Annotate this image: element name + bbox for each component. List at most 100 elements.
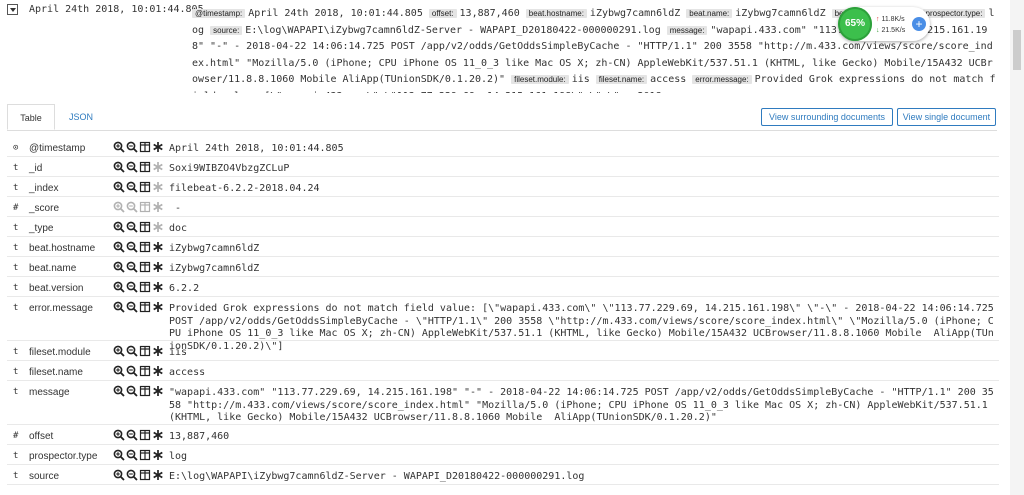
- field-value: 13,887,460: [169, 431, 230, 442]
- plus-icon[interactable]: +: [912, 17, 926, 31]
- page-scrollbar[interactable]: [1010, 0, 1024, 495]
- zoom-out-icon[interactable]: [126, 469, 138, 481]
- filter-exists-icon[interactable]: [152, 141, 164, 153]
- field-value: doc: [169, 223, 188, 234]
- network-percent-badge: 65%: [838, 7, 872, 41]
- zoom-out-icon[interactable]: [126, 365, 138, 377]
- field-actions: [113, 281, 165, 293]
- zoom-out-icon[interactable]: [126, 221, 138, 233]
- filter-exists-icon[interactable]: [152, 241, 164, 253]
- zoom-in-icon[interactable]: [113, 469, 125, 481]
- field-row: t prospector.type log: [7, 445, 999, 465]
- field-type-icon: t: [13, 347, 19, 357]
- zoom-out-icon[interactable]: [126, 385, 138, 397]
- field-actions: [113, 201, 165, 213]
- zoom-out-icon[interactable]: [126, 241, 138, 253]
- tab-table[interactable]: Table: [7, 104, 55, 130]
- toggle-column-icon[interactable]: [139, 365, 151, 377]
- toggle-column-icon[interactable]: [139, 429, 151, 441]
- field-actions: [113, 161, 165, 173]
- network-speed-widget[interactable]: 65% ↑ 11.8K/s ↓ 21.5K/s +: [838, 7, 930, 41]
- toggle-column-icon[interactable]: [139, 469, 151, 481]
- field-type-icon: t: [13, 283, 19, 293]
- zoom-out-icon[interactable]: [126, 345, 138, 357]
- filter-exists-icon[interactable]: [152, 385, 164, 397]
- field-type-icon: t: [13, 163, 19, 173]
- zoom-in-icon[interactable]: [113, 429, 125, 441]
- zoom-in-icon[interactable]: [113, 221, 125, 233]
- filter-exists-icon[interactable]: [152, 449, 164, 461]
- field-type-icon: t: [13, 303, 19, 313]
- zoom-out-icon[interactable]: [126, 429, 138, 441]
- filter-exists-icon[interactable]: [152, 221, 164, 233]
- filter-exists-icon[interactable]: [152, 429, 164, 441]
- zoom-out-icon[interactable]: [126, 181, 138, 193]
- field-value: iZybwg7camn6ldZ: [169, 243, 260, 254]
- toggle-column-icon[interactable]: [139, 221, 151, 233]
- field-row: t message "wapapi.433.com" "113.77.229.69,…: [7, 381, 999, 425]
- toggle-column-icon[interactable]: [139, 161, 151, 173]
- field-actions: [113, 365, 165, 377]
- toggle-column-icon[interactable]: [139, 281, 151, 293]
- view-surrounding-documents-button[interactable]: View surrounding documents: [761, 108, 893, 126]
- zoom-out-icon[interactable]: [126, 301, 138, 313]
- zoom-in-icon[interactable]: [113, 385, 125, 397]
- zoom-in-icon[interactable]: [113, 201, 125, 213]
- toggle-column-icon[interactable]: [139, 301, 151, 313]
- zoom-in-icon[interactable]: [113, 261, 125, 273]
- filter-exists-icon[interactable]: [152, 161, 164, 173]
- toggle-column-icon[interactable]: [139, 385, 151, 397]
- summary-field-value: April 24th 2018, 10:01:44.805: [248, 8, 429, 19]
- zoom-in-icon[interactable]: [113, 161, 125, 173]
- field-actions: [113, 429, 165, 441]
- filter-exists-icon[interactable]: [152, 469, 164, 481]
- field-name: _type: [29, 223, 54, 234]
- field-value: 6.2.2: [169, 283, 200, 294]
- filter-exists-icon[interactable]: [152, 261, 164, 273]
- field-value: access: [169, 367, 206, 378]
- zoom-out-icon[interactable]: [126, 449, 138, 461]
- filter-exists-icon[interactable]: [152, 281, 164, 293]
- summary-field-key: beat.hostname:: [525, 9, 587, 18]
- field-actions: [113, 301, 165, 313]
- field-name: fileset.name: [29, 367, 83, 378]
- zoom-in-icon[interactable]: [113, 181, 125, 193]
- zoom-in-icon[interactable]: [113, 241, 125, 253]
- field-value: "wapapi.433.com" "113.77.229.69, 14.215.…: [169, 387, 994, 423]
- field-row: # offset 13,887,460: [7, 425, 999, 445]
- tab-json[interactable]: JSON: [69, 104, 93, 130]
- toggle-column-icon[interactable]: [139, 345, 151, 357]
- zoom-out-icon[interactable]: [126, 261, 138, 273]
- zoom-in-icon[interactable]: [113, 281, 125, 293]
- zoom-in-icon[interactable]: [113, 449, 125, 461]
- filter-exists-icon[interactable]: [152, 345, 164, 357]
- filter-exists-icon[interactable]: [152, 365, 164, 377]
- upload-speed: ↑ 11.8K/s: [876, 16, 905, 23]
- field-actions: [113, 141, 165, 153]
- zoom-in-icon[interactable]: [113, 345, 125, 357]
- zoom-out-icon[interactable]: [126, 281, 138, 293]
- field-value: Soxi9WIBZO4VbzgZCLuP: [169, 163, 290, 174]
- filter-exists-icon[interactable]: [152, 201, 164, 213]
- summary-field-key: fileset.name:: [595, 75, 648, 84]
- toggle-column-icon[interactable]: [139, 181, 151, 193]
- zoom-in-icon[interactable]: [113, 365, 125, 377]
- zoom-in-icon[interactable]: [113, 141, 125, 153]
- summary-field-key: source:: [210, 25, 243, 35]
- zoom-out-icon[interactable]: [126, 141, 138, 153]
- toggle-column-icon[interactable]: [139, 449, 151, 461]
- field-name: @timestamp: [29, 143, 86, 154]
- toggle-column-icon[interactable]: [139, 241, 151, 253]
- toggle-column-icon[interactable]: [139, 261, 151, 273]
- scrollbar-thumb[interactable]: [1013, 30, 1021, 70]
- view-single-document-button[interactable]: View single document: [897, 108, 996, 126]
- zoom-out-icon[interactable]: [126, 201, 138, 213]
- zoom-out-icon[interactable]: [126, 161, 138, 173]
- filter-exists-icon[interactable]: [152, 181, 164, 193]
- toggle-column-icon[interactable]: [139, 201, 151, 213]
- toggle-column-icon[interactable]: [139, 141, 151, 153]
- expand-toggle-icon[interactable]: [7, 4, 18, 15]
- field-value: filebeat-6.2.2-2018.04.24: [169, 183, 320, 194]
- filter-exists-icon[interactable]: [152, 301, 164, 313]
- zoom-in-icon[interactable]: [113, 301, 125, 313]
